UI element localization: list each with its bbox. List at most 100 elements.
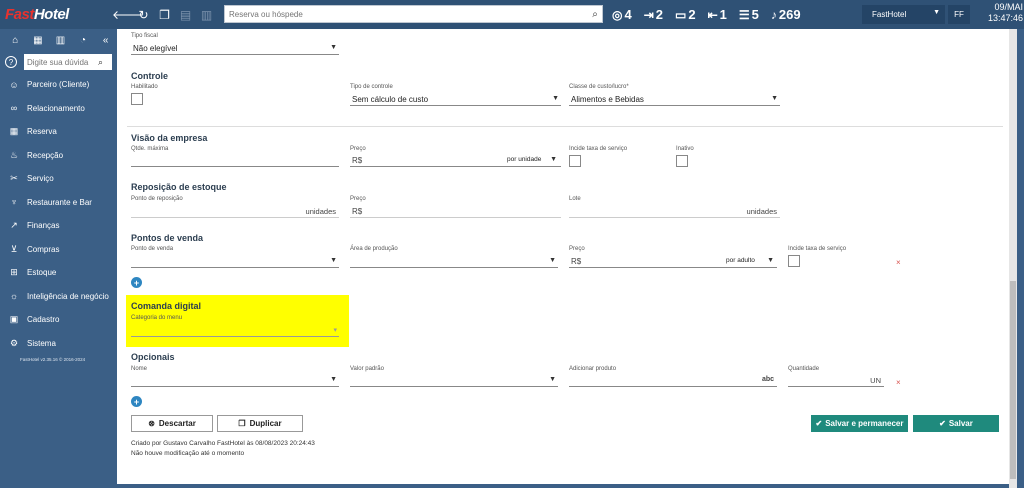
sidebar-item-relacionamento[interactable]: ∞ Relacionamento — [0, 97, 117, 121]
reservation-search-input[interactable] — [225, 9, 588, 19]
sidebar-item-sistema[interactable]: ⚙ Sistema — [0, 332, 117, 356]
reservation-search-box[interactable]: ⌕ — [224, 5, 603, 23]
duplicate-label: Duplicar — [249, 419, 282, 428]
quantidade-label: Quantidade — [788, 366, 820, 372]
stat-notifications[interactable]: ♪ 269 — [771, 7, 801, 22]
hotel-selector[interactable]: FastHotel ▼ — [862, 5, 945, 24]
pontos-preco-unit-select[interactable]: por adulto ▼ — [724, 254, 776, 268]
section-title-visao-empresa: Visão da empresa — [131, 133, 208, 143]
inativo-checkbox[interactable] — [676, 155, 688, 167]
sidebar-item-label: Reserva — [27, 127, 57, 137]
check-circle-icon: ✔ — [815, 419, 823, 428]
pontos-incide-checkbox[interactable] — [788, 255, 800, 267]
adicionar-produto-input[interactable]: abc — [569, 373, 777, 387]
valor-padrao-label: Valor padrão — [350, 366, 384, 372]
sidebar-item-compras[interactable]: ⊻ Compras — [0, 238, 117, 262]
app-logo[interactable]: Fast Hotel — [0, 0, 112, 29]
chevron-down-icon: ▼ — [549, 257, 556, 264]
dashboard-gauge-icon[interactable]: ◔ — [72, 35, 95, 46]
user-avatar[interactable]: FF — [948, 5, 970, 24]
save-and-stay-button[interactable]: ✔ Salvar e permanecer — [811, 415, 908, 432]
preco-input[interactable]: R$ por unidade ▼ — [350, 153, 561, 167]
page-scrollbar[interactable] — [1009, 29, 1017, 488]
sidebar-item-restaurante[interactable]: ♆ Restaurante e Bar — [0, 191, 117, 215]
scrollbar-thumb[interactable] — [1010, 281, 1016, 479]
sidebar-item-label: Parceiro (Cliente) — [27, 80, 90, 90]
back-arrow-icon[interactable]: 🡐 — [112, 7, 144, 22]
chevron-down-icon: ▼ — [771, 95, 778, 102]
cutlery-icon: ♆ — [10, 197, 18, 208]
quantidade-input[interactable]: UN — [788, 373, 884, 387]
created-info: Criado por Gustavo Carvalho FastHotel às… — [131, 440, 315, 447]
classe-select[interactable]: Alimentos e Bebidas ▼ — [569, 92, 780, 106]
classe-value: Alimentos e Bebidas — [571, 95, 644, 104]
unit-suffix: unidades — [746, 207, 777, 216]
sidebar-item-reserva[interactable]: ▦ Reserva — [0, 120, 117, 144]
search-icon[interactable]: ⌕ — [98, 57, 103, 68]
divider — [127, 126, 1003, 127]
sidebar-item-label: Inteligência de negócio — [27, 291, 109, 301]
sidebar-item-label: Relacionamento — [27, 103, 85, 113]
stat-value: 5 — [751, 7, 759, 22]
qtde-maxima-input[interactable] — [131, 153, 339, 167]
sidebar-item-cadastro[interactable]: ▣ Cadastro — [0, 308, 117, 332]
sidebar-item-financas[interactable]: ↗ Finanças — [0, 214, 117, 238]
habilitado-label: Habilitado — [131, 84, 158, 90]
section-title-pontos-venda: Pontos de venda — [131, 233, 204, 243]
text-type-icon: abc — [761, 376, 774, 383]
clock-time: 13:47:46 — [987, 13, 1023, 23]
card-icon: ▣ — [9, 314, 19, 325]
sidebar-item-label: Sistema — [27, 338, 56, 348]
categoria-menu-select[interactable]: ▾ — [131, 323, 339, 337]
tipo-fiscal-value: Não elegível — [133, 44, 178, 53]
refresh-icon[interactable]: ↻ — [133, 8, 154, 22]
duplicate-window-icon[interactable]: ❐ — [154, 8, 175, 22]
reception-bell-icon: ♨ — [9, 149, 19, 160]
preco-unit-select[interactable]: por unidade ▼ — [505, 153, 559, 167]
stat-check-out[interactable]: ⇤ 1 — [708, 7, 727, 22]
add-opcional-button[interactable]: + — [131, 396, 142, 407]
sidebar-item-servico[interactable]: ✂ Serviço — [0, 167, 117, 191]
sidebar-item-recepcao[interactable]: ♨ Recepção — [0, 144, 117, 168]
area-producao-select[interactable]: ▼ — [350, 254, 558, 268]
habilitado-checkbox[interactable] — [131, 93, 143, 105]
section-title-reposicao: Reposição de estoque — [131, 182, 227, 192]
chevron-down-icon: ▼ — [767, 257, 774, 264]
sidebar-item-parceiro[interactable]: ☺ Parceiro (Cliente) — [0, 73, 117, 97]
delete-icon[interactable]: ▥ — [196, 8, 217, 22]
lote-input[interactable]: unidades — [569, 204, 780, 218]
duplicate-button[interactable]: ❐ Duplicar — [217, 415, 303, 432]
ponto-venda-select[interactable]: ▼ — [131, 254, 339, 268]
discard-button[interactable]: ⊗ Descartar — [131, 415, 213, 432]
add-ponto-venda-button[interactable]: + — [131, 277, 142, 288]
tipo-fiscal-select[interactable]: Não elegível ▼ — [131, 41, 339, 55]
stat-check-in[interactable]: ⇥ 2 — [644, 7, 663, 22]
opcional-nome-select[interactable]: ▼ — [131, 373, 339, 387]
stat-occupied[interactable]: ▭ 2 — [675, 7, 696, 22]
pontos-preco-input[interactable]: R$ por adulto ▼ — [569, 254, 777, 268]
remove-row-icon[interactable]: × — [896, 258, 901, 267]
tipo-controle-select[interactable]: Sem cálculo de custo ▼ — [350, 92, 561, 106]
remove-row-icon[interactable]: × — [896, 378, 901, 387]
preco-unit-value: por unidade — [507, 156, 542, 163]
question-icon: ? — [5, 56, 17, 68]
stat-tasks[interactable]: ☰ 5 — [739, 7, 759, 22]
ponto-reposicao-input[interactable]: unidades — [131, 204, 339, 218]
home-icon[interactable]: ⌂ — [4, 35, 27, 46]
save-button[interactable]: ✔ Salvar — [913, 415, 999, 432]
sidebar-item-inteligencia[interactable]: ☼ Inteligência de negócio — [0, 285, 117, 309]
help-search-input[interactable] — [24, 57, 98, 67]
target-icon: ◎ — [612, 7, 623, 22]
panel-icon[interactable]: ▥ — [49, 35, 72, 46]
sidebar-item-estoque[interactable]: ⊞ Estoque — [0, 261, 117, 285]
search-icon[interactable]: ⌕ — [588, 9, 602, 20]
save-icon[interactable]: ▤ — [175, 8, 196, 22]
reposicao-preco-input[interactable]: R$ — [350, 204, 561, 218]
pontos-preco-label: Preço — [569, 246, 585, 252]
incide-taxa-checkbox[interactable] — [569, 155, 581, 167]
help-search-box[interactable]: ⌕ — [24, 54, 112, 70]
stat-target[interactable]: ◎ 4 — [612, 7, 632, 22]
calendar-grid-icon[interactable]: ▦ — [27, 35, 50, 46]
collapse-sidebar-icon[interactable]: « — [94, 35, 117, 46]
valor-padrao-select[interactable]: ▼ — [350, 373, 558, 387]
